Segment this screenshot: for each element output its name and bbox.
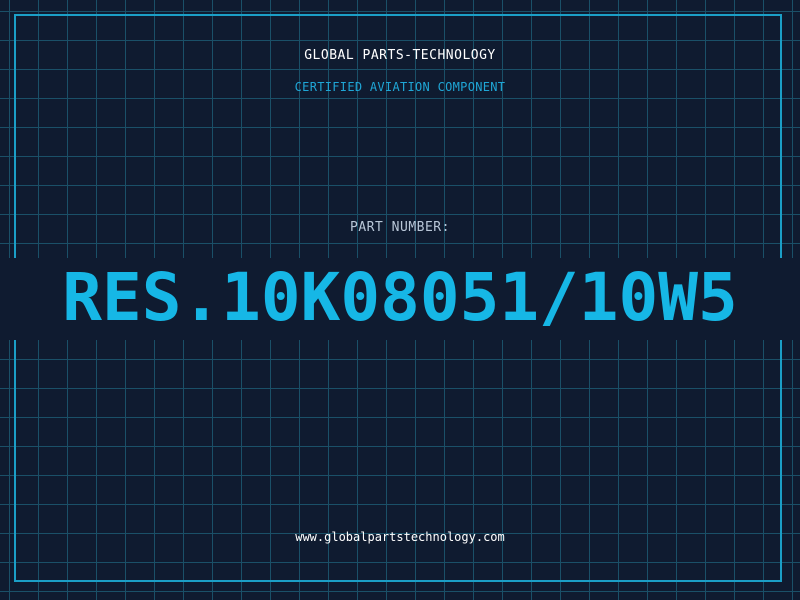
tagline: CERTIFIED AVIATION COMPONENT [294,80,506,94]
part-number-label: PART NUMBER: [350,220,450,235]
part-number-value: RES.10K08051/10W5 [62,259,738,336]
company-name: GLOBAL PARTS-TECHNOLOGY [304,48,496,63]
website-url: www.globalpartstechnology.com [295,530,505,544]
